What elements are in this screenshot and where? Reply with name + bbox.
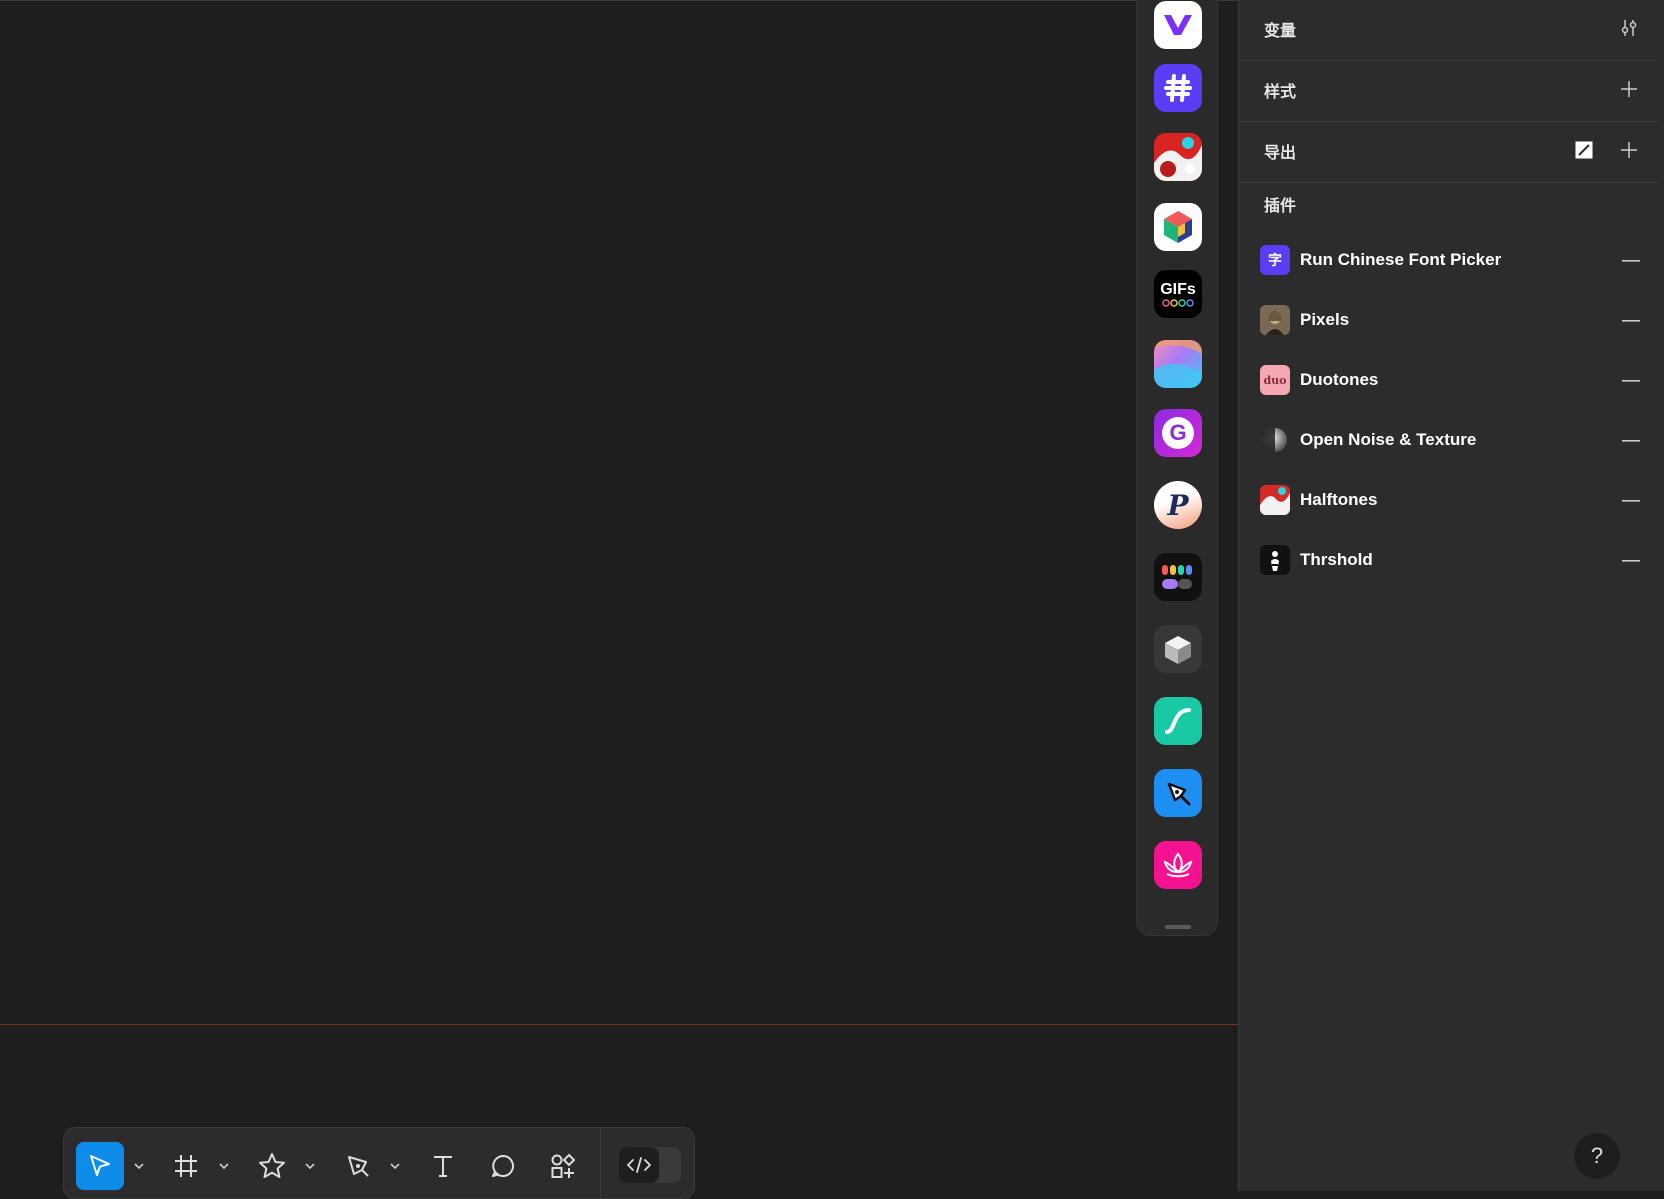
chinese-font-icon: 字 [1260,245,1290,275]
move-tool-chevron-down-icon[interactable] [133,1160,145,1172]
dock-plugin-palette-icon[interactable] [1154,553,1202,601]
threshold-icon [1260,545,1290,575]
add-style-plus-icon[interactable] [1615,75,1643,103]
pen-tool-chevron-down-icon[interactable] [389,1160,401,1172]
plugin-item-open-noise-texture[interactable]: Open Noise & Texture [1239,419,1659,463]
remove-plugin-minus-icon[interactable] [1617,367,1645,395]
remove-plugin-minus-icon[interactable] [1617,247,1645,275]
g-label: G [1162,417,1194,449]
shape-tool-button[interactable] [248,1142,296,1190]
help-button[interactable]: ? [1574,1133,1620,1179]
resources-tool-button[interactable] [539,1142,587,1190]
bottom-toolbar [63,1127,695,1199]
duotones-icon: duo [1260,365,1290,395]
dock-plugin-g-icon[interactable]: G [1154,409,1202,457]
plugin-name: Thrshold [1300,550,1373,569]
dock-plugin-curve-icon[interactable] [1154,697,1202,745]
toolbar-divider [600,1128,601,1198]
gifs-label: GIFs [1160,281,1196,298]
section-export: 导出 [1239,122,1659,183]
section-styles: 样式 [1239,61,1659,122]
comment-tool-button[interactable] [479,1142,527,1190]
remove-plugin-minus-icon[interactable] [1617,427,1645,455]
section-export-title: 导出 [1264,145,1297,162]
dock-resize-handle[interactable] [1165,925,1191,929]
dock-plugin-pen-icon[interactable] [1154,769,1202,817]
dock-plugin-3d-cube-icon[interactable] [1154,625,1202,673]
dock-plugin-halftone-icon[interactable] [1154,133,1202,181]
add-export-plus-icon[interactable] [1615,136,1643,164]
plugin-item-duotones[interactable]: duo Duotones [1239,359,1659,403]
plugin-item-pixels[interactable]: Pixels [1239,299,1659,343]
section-variables: 变量 [1239,0,1659,61]
pixels-portrait-icon [1260,305,1290,335]
remove-plugin-minus-icon[interactable] [1617,307,1645,335]
section-variables-title: 变量 [1264,23,1297,40]
remove-plugin-minus-icon[interactable] [1617,487,1645,515]
sliders-icon[interactable] [1615,14,1643,42]
remove-plugin-minus-icon[interactable] [1617,547,1645,575]
text-tool-button[interactable] [419,1142,467,1190]
p-label: P [1154,481,1202,529]
dock-plugin-hash-icon[interactable] [1154,64,1202,112]
dock-plugin-p-icon[interactable]: P [1154,481,1202,529]
canvas-guide-line [0,1024,1238,1025]
dock-plugin-gifs-icon[interactable]: GIFs [1154,270,1202,318]
shape-tool-chevron-down-icon[interactable] [304,1160,316,1172]
export-slice-icon[interactable] [1570,136,1598,164]
pen-tool-button[interactable] [334,1142,382,1190]
dock-plugin-lotus-icon[interactable] [1154,841,1202,889]
right-panel: 变量 样式 导出 插件 字 Run Chinese Font Picker Pi… [1238,0,1664,1191]
dock-plugin-v-icon[interactable] [1154,1,1202,49]
plugin-name: Duotones [1300,370,1379,389]
dev-mode-code-icon[interactable] [619,1147,659,1183]
section-styles-title: 样式 [1264,84,1297,101]
frame-tool-chevron-down-icon[interactable] [218,1160,230,1172]
plugin-name: Run Chinese Font Picker [1300,250,1502,269]
plugin-name: Pixels [1300,310,1350,329]
plugin-name: Open Noise & Texture [1300,430,1477,449]
plugin-item-run-chinese-font-picker[interactable]: 字 Run Chinese Font Picker [1239,239,1659,283]
dock-plugin-isometric-icon[interactable] [1154,203,1202,251]
plugin-dock: GIFs G P [1136,0,1218,936]
move-tool-button[interactable] [76,1142,124,1190]
plugins-title: 插件 [1264,198,1297,215]
frame-tool-button[interactable] [162,1142,210,1190]
plugin-item-halftones[interactable]: Halftones [1239,479,1659,523]
halftones-icon [1260,485,1290,515]
plugin-item-thrshold[interactable]: Thrshold [1239,539,1659,583]
dock-plugin-mesh-gradient-icon[interactable] [1154,340,1202,388]
noise-sphere-icon [1260,425,1290,455]
plugin-name: Halftones [1300,490,1378,509]
canvas[interactable] [0,0,1238,1191]
